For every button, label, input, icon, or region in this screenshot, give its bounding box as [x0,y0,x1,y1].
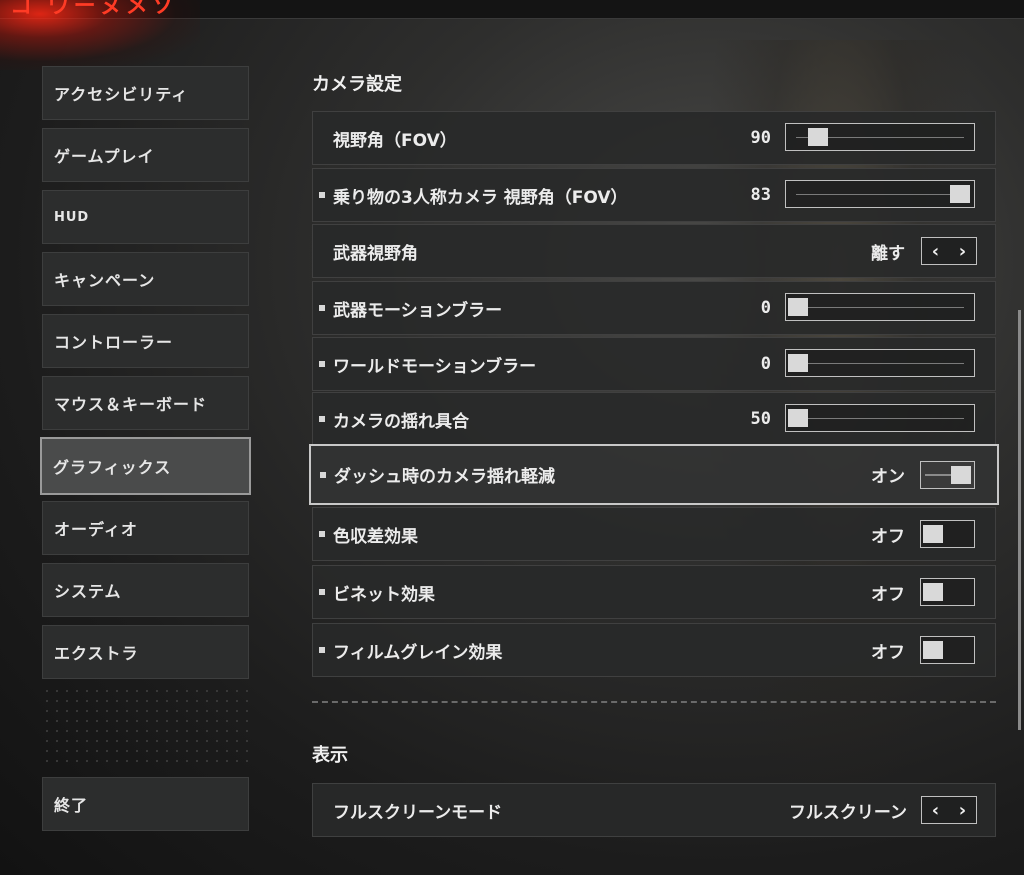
setting-label-text: 武器モーションブラー [333,300,503,321]
sidebar-item-system[interactable]: システム [42,563,249,617]
setting-value: 83 [750,185,771,205]
setting-label-text: 乗り物の3人称カメラ 視野角（FOV） [333,187,628,208]
changed-marker [320,471,326,478]
setting-row-vignette[interactable]: ビネット効果 オフ [312,565,996,619]
setting-label-text: フィルムグレイン効果 [333,642,503,663]
setting-row-camera-shake[interactable]: カメラの揺れ具合 50 [312,392,996,446]
setting-value: 0 [760,298,771,318]
toggle-fill [925,474,953,476]
setting-label: 武器モーションブラー [319,282,503,334]
section-divider [312,701,996,703]
setting-label-text: 視野角（FOV） [333,130,457,151]
fov-slider[interactable] [785,123,975,151]
setting-label-text: 色収差効果 [333,526,418,547]
setting-value: オフ [871,642,905,663]
slider-track [796,307,964,308]
sidebar-item-mouse-keyboard[interactable]: マウス＆キーボード [42,376,249,430]
slider-knob[interactable] [788,409,808,427]
sidebar-item-graphics[interactable]: グラフィックス [40,437,251,495]
setting-label: 視野角（FOV） [333,112,457,164]
slider-track [796,363,964,364]
changed-marker [319,531,325,537]
chevron-right-icon[interactable]: › [959,241,966,262]
setting-value: オフ [871,526,905,547]
camera-section-title: カメラ設定 [312,74,402,95]
changed-marker [319,192,325,198]
display-section-title: 表示 [312,745,348,766]
slider-knob[interactable] [788,298,808,316]
chevron-right-icon[interactable]: › [959,800,966,821]
camera-shake-slider[interactable] [785,404,975,432]
setting-row-vehicle-fov[interactable]: 乗り物の3人称カメラ 視野角（FOV） 83 [312,168,996,222]
setting-row-dash-shake-reduction[interactable]: ダッシュ時のカメラ揺れ軽減 オン [309,444,999,505]
fullscreen-mode-selector[interactable]: ‹ › [921,796,977,824]
chromatic-aberration-toggle[interactable] [920,520,975,548]
setting-value: オフ [871,584,905,605]
setting-value: 50 [750,409,771,429]
chevron-left-icon[interactable]: ‹ [932,241,939,262]
setting-label: フルスクリーンモード [333,784,502,836]
exit-button[interactable]: 終了 [42,777,249,831]
sidebar-item-campaign[interactable]: キャンペーン [42,252,249,306]
setting-row-fullscreen-mode[interactable]: フルスクリーンモード フルスクリーン ‹ › [312,783,996,837]
setting-row-world-motion-blur[interactable]: ワールドモーションブラー 0 [312,337,996,391]
setting-row-weapon-motion-blur[interactable]: 武器モーションブラー 0 [312,281,996,335]
setting-label-text: ワールドモーションブラー [333,356,537,377]
setting-label: ビネット効果 [319,566,435,618]
setting-label: ダッシュ時のカメラ揺れ軽減 [320,446,555,503]
toggle-knob [923,525,943,543]
changed-marker [319,305,325,311]
chevron-left-icon[interactable]: ‹ [932,800,939,821]
setting-value: 0 [760,354,771,374]
sidebar-item-hud[interactable]: HUD [42,190,249,244]
weapon-fov-selector[interactable]: ‹ › [921,237,977,265]
slider-knob[interactable] [808,128,828,146]
setting-label-text: カメラの揺れ具合 [333,411,469,432]
setting-label: 乗り物の3人称カメラ 視野角（FOV） [319,169,628,221]
changed-marker [319,589,325,595]
setting-label-text: ダッシュ時のカメラ揺れ軽減 [334,467,555,487]
sidebar-item-accessibility[interactable]: アクセシビリティ [42,66,249,120]
scrollbar[interactable] [1018,310,1021,730]
dash-shake-reduction-toggle[interactable] [920,461,975,489]
changed-marker [319,361,325,367]
changed-marker [319,416,325,422]
changed-marker [319,647,325,653]
world-motion-blur-slider[interactable] [785,349,975,377]
game-logo: コ ワーヌメソ [10,0,178,19]
setting-label: 色収差効果 [319,508,418,560]
slider-knob[interactable] [950,185,970,203]
sidebar-item-controller[interactable]: コントローラー [42,314,249,368]
setting-label-text: フルスクリーンモード [333,802,503,823]
setting-label: ワールドモーションブラー [319,338,537,390]
film-grain-toggle[interactable] [920,636,975,664]
slider-track [796,194,964,195]
decorative-dot-grid [42,686,251,766]
sidebar-item-gameplay[interactable]: ゲームプレイ [42,128,249,182]
toggle-knob [923,583,943,601]
setting-row-fov[interactable]: 視野角（FOV） 90 [312,111,996,165]
sidebar-item-extras[interactable]: エクストラ [42,625,249,679]
toggle-knob [923,641,943,659]
setting-value: オン [871,467,905,487]
setting-label-text: ビネット効果 [333,584,435,605]
setting-value: 90 [750,128,771,148]
slider-track [796,418,964,419]
weapon-motion-blur-slider[interactable] [785,293,975,321]
setting-label: フィルムグレイン効果 [319,624,503,676]
setting-value: 離す [871,243,905,264]
setting-label: 武器視野角 [333,225,418,277]
setting-label: カメラの揺れ具合 [319,393,469,445]
setting-row-chromatic-aberration[interactable]: 色収差効果 オフ [312,507,996,561]
vignette-toggle[interactable] [920,578,975,606]
setting-label-text: 武器視野角 [333,243,418,264]
sidebar-item-audio[interactable]: オーディオ [42,501,249,555]
slider-knob[interactable] [788,354,808,372]
setting-row-film-grain[interactable]: フィルムグレイン効果 オフ [312,623,996,677]
toggle-knob [951,466,971,484]
setting-row-weapon-fov[interactable]: 武器視野角 離す ‹ › [312,224,996,278]
setting-value: フルスクリーン [788,802,907,823]
vehicle-fov-slider[interactable] [785,180,975,208]
